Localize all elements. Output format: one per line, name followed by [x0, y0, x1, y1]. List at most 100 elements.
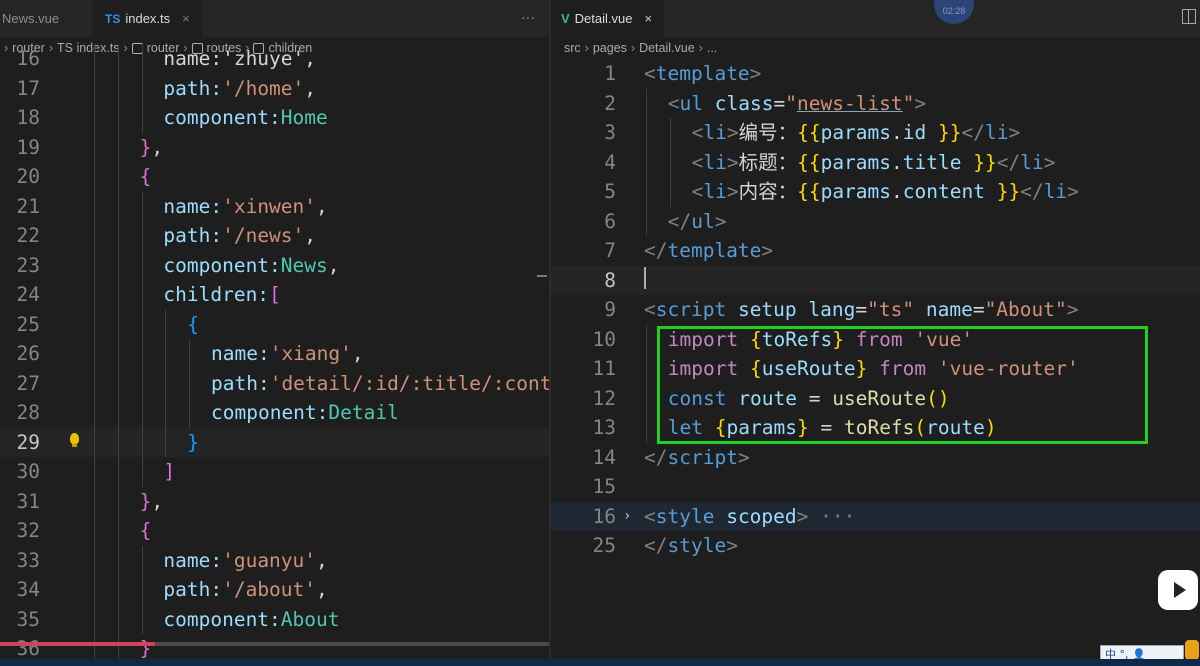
code-token: <	[644, 62, 656, 85]
code-line[interactable]: 19},	[0, 132, 549, 163]
code-text: },	[92, 133, 164, 163]
code-line[interactable]: 20 {	[0, 162, 549, 192]
code-line[interactable]: 32 {	[0, 516, 549, 546]
code-token: {	[187, 312, 199, 336]
tab-detail-vue[interactable]: V Detail.vue ×	[551, 0, 665, 37]
right-tab-bar: V Detail.vue × 02:28	[551, 0, 1200, 38]
line-number: 25	[16, 312, 40, 336]
code-line[interactable]: 9 <script setup lang="ts" name="About">	[551, 295, 1200, 325]
code-line[interactable]: 24 children:[	[0, 280, 549, 310]
code-token: ul	[691, 209, 715, 233]
left-tab-bar: News.vue TS index.ts × ···	[0, 0, 549, 38]
code-text: }	[92, 428, 199, 458]
video-player-icon[interactable]	[1158, 570, 1198, 610]
code-line[interactable]: 29}	[0, 427, 549, 458]
code-line[interactable]: 25 {	[0, 309, 549, 339]
code-text: path:'/news',	[92, 221, 316, 251]
code-line[interactable]: 8	[551, 265, 1200, 295]
breadcrumb-item[interactable]: ...	[707, 41, 717, 55]
code-text: component:Detail	[92, 398, 399, 428]
code-line[interactable]: 35 component:About	[0, 604, 549, 634]
code-line[interactable]: 31},	[0, 486, 549, 516]
code-line[interactable]: 28 component:Detail	[0, 398, 549, 428]
code-token: >	[749, 62, 762, 85]
code-token: {{	[797, 180, 821, 203]
code-token: '/about'	[222, 578, 317, 601]
code-line[interactable]: 17 path:'/home',	[0, 73, 549, 103]
code-token: >	[714, 209, 727, 233]
horizontal-scrollbar[interactable]	[0, 642, 549, 652]
split-editor-icon[interactable]	[1182, 9, 1196, 24]
breadcrumb-item[interactable]: Detail.vue	[639, 41, 695, 55]
code-line[interactable]: 4 <li>标题：{{params.title }}</li>	[551, 147, 1200, 178]
code-text: name:'guanyu',	[92, 546, 327, 576]
code-text: component:News,	[92, 251, 339, 281]
tab-news-vue[interactable]: News.vue	[0, 0, 69, 37]
scrollbar-marker[interactable]	[537, 275, 547, 277]
code-line[interactable]: 23 component:News,	[0, 250, 549, 281]
code-line[interactable]: 16 › <style scoped> ···	[551, 501, 1200, 532]
code-text: <ul class="news-list">	[644, 89, 926, 119]
code-token: >	[726, 121, 739, 144]
timer-badge: 02:28	[934, 0, 974, 24]
code-token: 'detail/:id/:title/:cont	[269, 371, 549, 395]
code-token: '/news'	[222, 224, 305, 247]
code-line[interactable]: 3 <li>编号：{{params.id }}</li>	[551, 118, 1200, 148]
code-token: script	[667, 445, 738, 469]
code-token: ,	[316, 194, 328, 218]
code-token: =	[972, 298, 985, 321]
close-icon[interactable]: ×	[182, 11, 190, 26]
code-line[interactable]: 6 </ul>	[551, 206, 1200, 236]
code-line[interactable]: 15	[551, 472, 1200, 502]
code-line[interactable]: 2 <ul class="news-list">	[551, 88, 1200, 119]
line-number: 31	[16, 489, 40, 513]
code-token: "About"	[984, 298, 1067, 321]
code-line[interactable]: 26 name:'xiang',	[0, 339, 549, 369]
code-line[interactable]: 16 name:'zhuye',	[0, 44, 549, 74]
code-token: params	[820, 150, 892, 174]
code-text: name:'xiang',	[92, 339, 364, 369]
line-number: 25	[592, 534, 616, 557]
code-token: id	[902, 121, 927, 144]
code-line[interactable]: 30]	[0, 457, 549, 487]
breadcrumb-separator: ›	[630, 41, 636, 55]
code-token: ,	[151, 135, 164, 159]
code-line[interactable]: 22 path:'/news',	[0, 221, 549, 251]
code-line[interactable]: 27 path:'detail/:id/:title/:cont	[0, 368, 549, 398]
code-token: {{	[797, 150, 821, 174]
line-number: 17	[16, 76, 40, 100]
more-actions-icon[interactable]: ···	[521, 9, 535, 25]
code-token: >	[1066, 298, 1079, 321]
code-editor[interactable]: 36} 35 component:About 34 path:'/about', 33 na…	[0, 44, 549, 666]
code-line[interactable]: 25 </style>	[551, 531, 1200, 561]
line-number: 15	[592, 475, 616, 498]
code-text: <li>标题：{{params.title }}</li>	[644, 148, 1056, 178]
lightbulb-icon[interactable]	[70, 432, 79, 447]
code-line[interactable]: 33 name:'guanyu',	[0, 545, 549, 576]
code-token: >	[914, 91, 927, 115]
code-token: 'xiang'	[269, 342, 352, 365]
code-line[interactable]: 1 <template>	[551, 59, 1200, 89]
code-line[interactable]: 14 </script>	[551, 443, 1200, 473]
code-line[interactable]: 34 path:'/about',	[0, 575, 549, 605]
fold-chevron-icon[interactable]: ›	[623, 502, 631, 532]
code-line[interactable]: 5 <li>内容：{{params.content }}</li>	[551, 177, 1200, 207]
code-line[interactable]: 7 </template>	[551, 236, 1200, 266]
code-token: }	[187, 430, 199, 454]
line-number: 21	[16, 194, 40, 218]
breadcrumb-item[interactable]: src	[564, 41, 581, 55]
code-line[interactable]: 18 component:Home	[0, 103, 549, 133]
code-token: children:	[163, 283, 270, 306]
code-token: >	[726, 534, 738, 557]
code-editor[interactable]: 25 </style> 16 › <style scoped> ··· 15 14 </scr…	[551, 59, 1200, 666]
close-icon[interactable]: ×	[644, 11, 652, 26]
code-text: name:'xinwen',	[92, 192, 328, 222]
tab-index-ts[interactable]: TS index.ts ×	[93, 0, 202, 37]
code-line[interactable]: 21 name:'xinwen',	[0, 191, 549, 222]
breadcrumb-item[interactable]: pages	[593, 41, 627, 55]
code-token: }}	[938, 121, 962, 144]
code-text: <script setup lang="ts" name="About">	[644, 295, 1079, 325]
line-number: 9	[604, 298, 616, 321]
